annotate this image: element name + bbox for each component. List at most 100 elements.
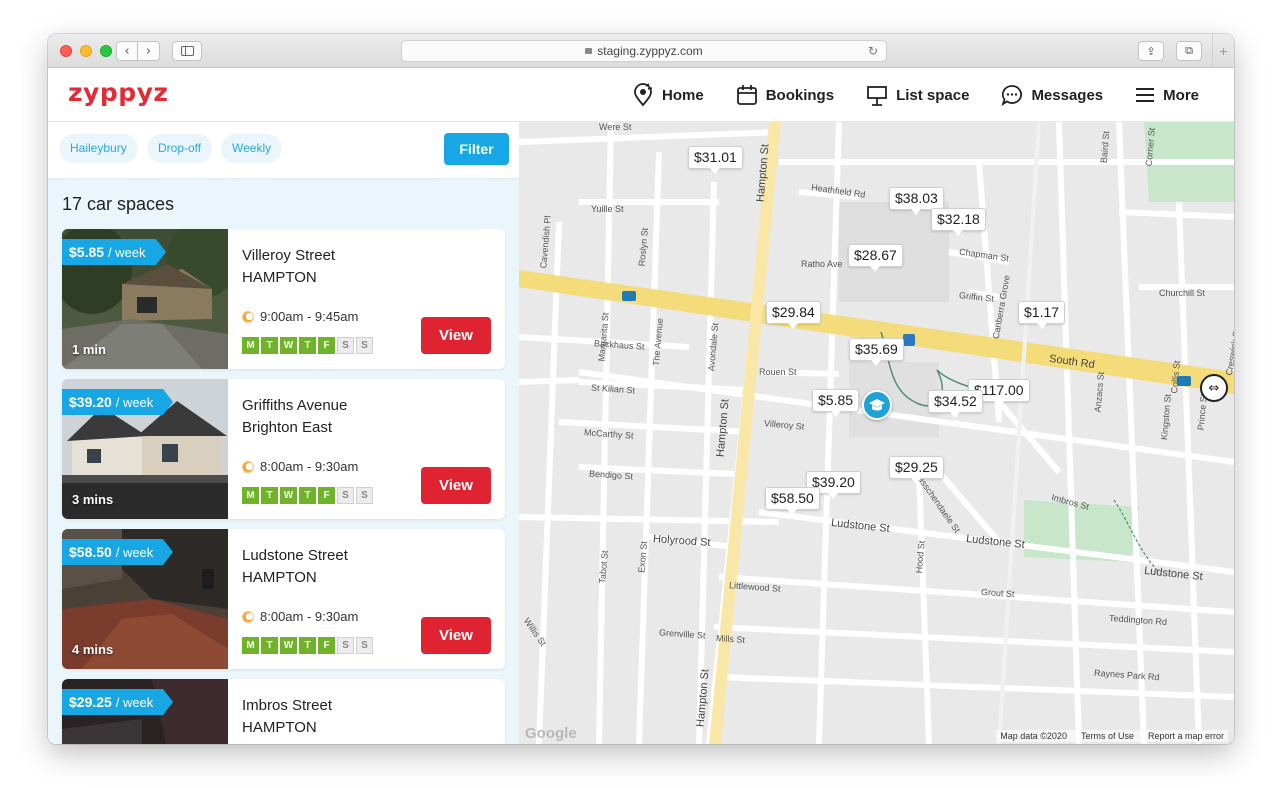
day-badge: M xyxy=(242,337,259,354)
map-price-pin[interactable]: $31.01 xyxy=(688,146,743,174)
listing-days: M T W T F S S xyxy=(242,637,373,654)
nav-messages-label: Messages xyxy=(1031,86,1104,104)
view-button[interactable]: View xyxy=(421,467,491,504)
listing-time: 8:00am - 9:30am xyxy=(242,609,358,624)
day-badge: W xyxy=(280,337,297,354)
map-data-label: Map data ©2020 xyxy=(1000,731,1067,741)
filter-chip-type[interactable]: Drop-off xyxy=(147,134,213,163)
price-tag: $29.25 / week xyxy=(62,689,174,715)
listing-photo: $29.25 / week xyxy=(62,679,228,744)
lock-icon xyxy=(585,47,593,54)
home-pin-icon xyxy=(634,83,653,107)
day-badge: S xyxy=(356,487,373,504)
map-view[interactable]: Were St Heathfield Rd Yuille St Ratho Av… xyxy=(519,122,1234,744)
map-price-pin[interactable]: $5.85 xyxy=(812,389,860,417)
share-button[interactable]: ⇪ xyxy=(1138,41,1164,61)
nav-more-label: More xyxy=(1163,86,1199,104)
zoom-window-button[interactable] xyxy=(100,45,112,57)
street-label: Yuille St xyxy=(591,204,624,214)
walk-time: 3 mins xyxy=(72,492,114,507)
listings-panel: Haileybury Drop-off Weekly Filter 17 car… xyxy=(48,122,519,744)
day-badge: M xyxy=(242,637,259,654)
map-price-pin[interactable]: $28.67 xyxy=(848,244,903,272)
street-label: Mills St xyxy=(715,633,746,645)
listing-card[interactable]: $58.50 / week 4 mins Ludstone Street HAM… xyxy=(62,529,505,669)
listing-time: 9:00am - 9:45am xyxy=(242,309,358,324)
listing-street: Griffiths Avenue xyxy=(242,397,348,414)
walk-time: 1 min xyxy=(72,342,106,357)
nav-list-space-label: List space xyxy=(896,86,970,104)
listing-days: M T W T F S S xyxy=(242,487,373,504)
listing-days: M T W T F S S xyxy=(242,337,373,354)
street-label: Rouen St xyxy=(759,367,797,377)
back-button[interactable]: ‹ xyxy=(116,41,138,61)
listing-photo: $5.85 / week 1 min xyxy=(62,229,237,369)
map-footer: Map data ©2020 Terms of Use Report a map… xyxy=(996,730,1228,742)
street-label: Churchill St xyxy=(1159,288,1206,298)
map-price-pin[interactable]: $35.69 xyxy=(849,338,904,366)
nav-bookings[interactable]: Bookings xyxy=(736,84,834,106)
nav-home[interactable]: Home xyxy=(632,83,704,107)
listing-suburb: HAMPTON xyxy=(242,269,317,286)
filter-chip-location[interactable]: Haileybury xyxy=(59,134,138,163)
expand-map-button[interactable]: ⇔ xyxy=(1200,374,1228,402)
report-map-error-link[interactable]: Report a map error xyxy=(1148,731,1224,741)
map-price-pin[interactable]: $32.18 xyxy=(931,208,986,236)
zyppyz-logo[interactable]: zyppyz xyxy=(68,78,169,107)
url-text: staging.zyppyz.com xyxy=(597,44,703,58)
day-badge: T xyxy=(299,487,316,504)
browser-toolbar: ‹ › staging.zyppyz.com ↻ ⇪ ⧉ + xyxy=(48,34,1234,68)
listing-card[interactable]: $5.85 / week 1 min Villeroy Street HAMPT… xyxy=(62,229,505,369)
nav-messages[interactable]: Messages xyxy=(1001,84,1103,106)
day-badge: T xyxy=(299,637,316,654)
view-button[interactable]: View xyxy=(421,617,491,654)
clock-icon xyxy=(242,310,254,323)
day-badge: S xyxy=(337,637,354,654)
minimize-window-button[interactable] xyxy=(80,45,92,57)
filter-bar: Haileybury Drop-off Weekly Filter xyxy=(48,122,519,178)
map-price-pin[interactable]: $1.17 xyxy=(1018,301,1066,329)
listing-card[interactable]: $29.25 / week Imbros Street HAMPTON xyxy=(62,679,505,744)
listing-time: 8:00am - 9:30am xyxy=(242,459,358,474)
clock-icon xyxy=(242,460,254,473)
school-marker[interactable] xyxy=(862,390,892,420)
filter-chip-period[interactable]: Weekly xyxy=(221,134,283,163)
map-price-pin[interactable]: $34.52 xyxy=(928,390,983,418)
listing-street: Ludstone Street xyxy=(242,547,348,564)
price-tag: $39.20 / week xyxy=(62,389,174,415)
nav-list-space[interactable]: List space xyxy=(866,84,969,106)
forward-button[interactable]: › xyxy=(138,41,160,61)
day-badge: F xyxy=(318,487,335,504)
map-price-pin[interactable]: $29.25 xyxy=(889,456,944,484)
terms-link[interactable]: Terms of Use xyxy=(1081,731,1134,741)
calendar-icon xyxy=(736,85,757,105)
map-price-pin[interactable]: $38.03 xyxy=(889,187,944,215)
listing-photo: $39.20 / week 3 mins xyxy=(62,379,228,519)
new-tab-button[interactable]: + xyxy=(1212,34,1234,68)
listing-street: Imbros Street xyxy=(242,697,333,714)
day-badge: S xyxy=(337,487,354,504)
sidebar-icon xyxy=(181,46,194,56)
address-bar[interactable]: staging.zyppyz.com ↻ xyxy=(401,40,887,62)
hamburger-menu-icon xyxy=(1136,88,1155,102)
reload-icon[interactable]: ↻ xyxy=(868,41,878,61)
day-badge: T xyxy=(261,337,278,354)
map-price-pin[interactable]: $58.50 xyxy=(765,487,820,515)
day-badge: S xyxy=(337,337,354,354)
chat-bubble-icon xyxy=(1001,85,1023,106)
filter-button[interactable]: Filter xyxy=(444,133,509,165)
day-badge: S xyxy=(356,637,373,654)
day-badge: T xyxy=(261,637,278,654)
top-navigation: Home Bookings List space Messages More xyxy=(632,68,1199,122)
close-window-button[interactable] xyxy=(60,45,72,57)
map-price-pin[interactable]: $29.84 xyxy=(766,301,821,329)
view-button[interactable]: View xyxy=(421,317,491,354)
signboard-icon xyxy=(867,86,887,106)
expand-arrows-icon: ⇔ xyxy=(1208,380,1220,396)
listing-suburb: HAMPTON xyxy=(242,719,317,736)
listing-card[interactable]: $39.20 / week 3 mins Griffiths Avenue Br… xyxy=(62,379,505,519)
nav-more[interactable]: More xyxy=(1135,86,1199,104)
graduation-cap-icon xyxy=(869,399,885,411)
tabs-button[interactable]: ⧉ xyxy=(1176,41,1202,61)
sidebar-toggle-button[interactable] xyxy=(172,41,202,61)
